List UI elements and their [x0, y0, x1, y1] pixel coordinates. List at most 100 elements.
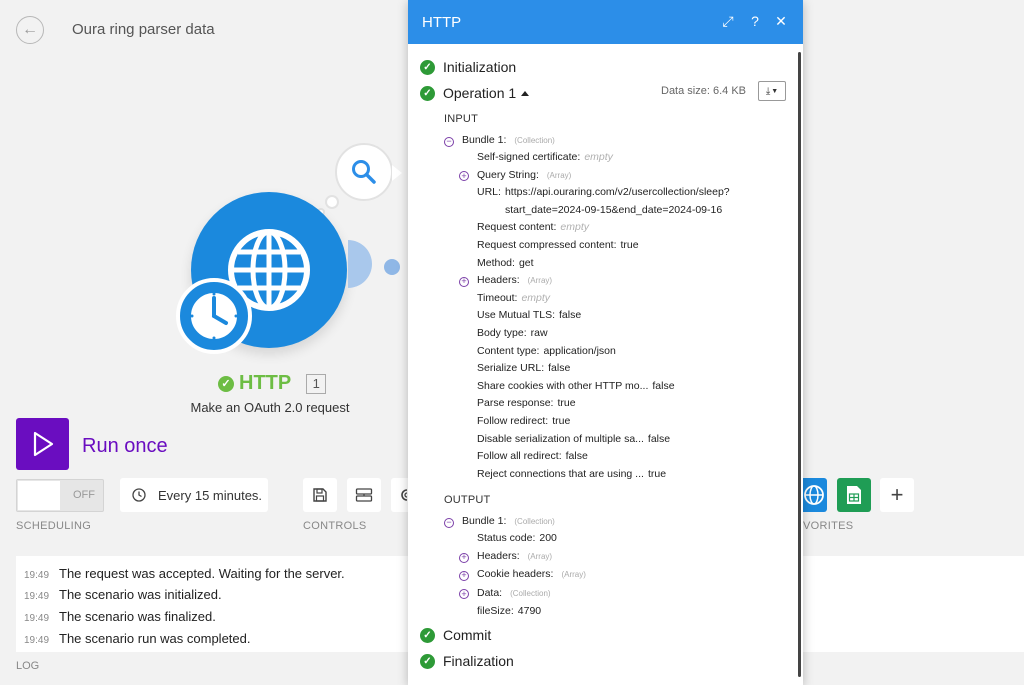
module-name: HTTP: [239, 372, 292, 394]
bubble-tail: [392, 165, 402, 181]
tree-row: Request compressed content: true: [477, 239, 639, 251]
arrow-left-icon: ←: [22, 21, 38, 38]
save-button[interactable]: [303, 478, 337, 512]
tree-row: Content type: application/json: [477, 344, 616, 357]
success-check-icon: ✓: [420, 627, 435, 643]
tree-row: Follow all redirect: false: [477, 450, 588, 463]
tree-row: Self-signed certificate: empty: [477, 151, 613, 163]
flow-control-button[interactable]: [347, 478, 381, 512]
tree-row: Body type: raw: [477, 327, 548, 339]
log-row: 19:49 The scenario was finalized.: [24, 609, 216, 624]
success-check-icon: ✓: [420, 85, 435, 101]
tree-row-continuation: start_date=2024-09-15&end_date=2024-09-1…: [505, 203, 723, 216]
bubble-dot: [325, 195, 339, 209]
download-button[interactable]: ⤓ ▼: [758, 81, 786, 101]
settings-button[interactable]: [391, 478, 408, 512]
panel-body: ✓ Initialization ✓ Operation 1 Data size…: [408, 44, 803, 685]
run-once-label[interactable]: Run once: [82, 435, 168, 458]
step-operation[interactable]: ✓ Operation 1: [420, 85, 530, 101]
log-label: LOG: [16, 660, 40, 672]
tree-row: Parse response: true: [477, 397, 576, 410]
toggle-state: OFF: [73, 489, 95, 501]
scheduling-label: SCHEDULING: [16, 520, 92, 532]
collapse-icon[interactable]: −: [444, 136, 454, 147]
tree-row: Serialize URL: false: [477, 362, 571, 375]
flow-control-icon: [355, 488, 373, 502]
tree-row: Status code: 200: [477, 532, 557, 544]
tree-row: Use Mutual TLS: false: [477, 309, 582, 322]
controls-label: CONTROLS: [303, 520, 367, 532]
tree-row: Follow redirect: true: [477, 415, 571, 427]
tree-row[interactable]: + Headers: (Array): [459, 550, 552, 563]
step-initialization[interactable]: ✓ Initialization: [420, 59, 516, 75]
clock-icon: [132, 488, 146, 502]
step-commit[interactable]: ✓ Commit: [420, 627, 491, 643]
expand-icon[interactable]: ⤢: [720, 13, 736, 30]
module-id-badge: 1: [306, 373, 327, 394]
tree-row: Share cookies with other HTTP mo... false: [477, 379, 675, 392]
data-size: Data size: 6.4 KB: [661, 85, 746, 97]
back-button[interactable]: ←: [16, 16, 44, 44]
tree-row: Request content: empty: [477, 221, 589, 234]
tree-row[interactable]: + Data: (Collection): [459, 587, 551, 600]
tree-row: Timeout: empty: [477, 291, 551, 304]
google-sheets-icon: [847, 486, 861, 504]
log-row: 19:49 The request was accepted. Waiting f…: [24, 566, 345, 581]
module-description: Make an OAuth 2.0 request: [190, 400, 350, 415]
chevron-down-icon: ▼: [771, 87, 779, 95]
close-icon[interactable]: ✕: [773, 13, 789, 30]
tree-row[interactable]: + Headers: (Array): [459, 274, 552, 287]
tree-row: Method: get: [477, 256, 534, 269]
expand-icon[interactable]: +: [459, 552, 469, 563]
favorites-label: VORITES: [803, 520, 854, 532]
panel-scrollbar[interactable]: [798, 52, 801, 677]
toggle-knob: [18, 481, 60, 510]
module-connector[interactable]: [348, 240, 372, 288]
http-inspector-panel: HTTP ⤢ ? ✕ ✓ Initialization ✓ Operation …: [408, 0, 803, 685]
scenario-title: Oura ring parser data: [72, 21, 215, 38]
add-favorite-button[interactable]: +: [880, 478, 914, 512]
save-icon: [313, 488, 327, 502]
search-icon: [352, 160, 376, 184]
output-bundle[interactable]: − Bundle 1: (Collection): [444, 515, 555, 528]
plus-icon: +: [890, 482, 904, 507]
collapse-caret-icon[interactable]: [521, 90, 530, 96]
panel-header: HTTP ⤢ ? ✕: [408, 0, 803, 44]
step-finalization[interactable]: ✓ Finalization: [420, 653, 514, 669]
input-bundle[interactable]: − Bundle 1: (Collection): [444, 134, 555, 147]
gear-icon: [400, 489, 407, 501]
output-label: OUTPUT: [444, 494, 491, 506]
log-row: 19:49 The scenario run was completed.: [24, 631, 251, 646]
clock-icon: [189, 291, 239, 341]
connector-dot: [384, 259, 400, 275]
log-row: 19:49 The scenario was initialized.: [24, 587, 222, 602]
scheduling-toggle[interactable]: OFF: [16, 479, 104, 512]
play-icon: [33, 431, 53, 457]
schedule-settings-button[interactable]: Every 15 minutes.: [120, 478, 268, 512]
module-title: ✓ HTTP 1: [218, 372, 327, 395]
inspect-bubble[interactable]: [335, 143, 393, 201]
input-label: INPUT: [444, 113, 478, 125]
success-check-icon: ✓: [218, 375, 234, 392]
run-once-button[interactable]: [16, 418, 69, 470]
tree-row[interactable]: + Cookie headers: (Array): [459, 568, 586, 581]
help-icon[interactable]: ?: [747, 13, 763, 29]
tree-row: Reject connections that are using ... tru…: [477, 467, 667, 480]
expand-icon[interactable]: +: [459, 570, 469, 581]
favorite-google-sheets[interactable]: [837, 478, 871, 512]
tree-row: Disable serialization of multiple sa... f…: [477, 432, 671, 445]
globe-icon: [803, 485, 824, 505]
success-check-icon: ✓: [420, 653, 435, 669]
download-icon: ⤓: [765, 85, 771, 97]
panel-title: HTTP: [422, 13, 462, 31]
collapse-icon[interactable]: −: [444, 517, 454, 528]
tree-row: URL: https://api.ouraring.com/v2/usercoll…: [477, 186, 730, 199]
schedule-text: Every 15 minutes.: [158, 487, 263, 503]
expand-icon[interactable]: +: [459, 171, 469, 182]
schedule-clock-badge[interactable]: [176, 278, 252, 354]
http-module[interactable]: ✓ HTTP 1 Make an OAuth 2.0 request: [170, 140, 420, 420]
favorite-http[interactable]: [800, 478, 827, 512]
tree-row[interactable]: + Query String: (Array): [459, 169, 571, 182]
expand-icon[interactable]: +: [459, 589, 469, 600]
expand-icon[interactable]: +: [459, 276, 469, 287]
